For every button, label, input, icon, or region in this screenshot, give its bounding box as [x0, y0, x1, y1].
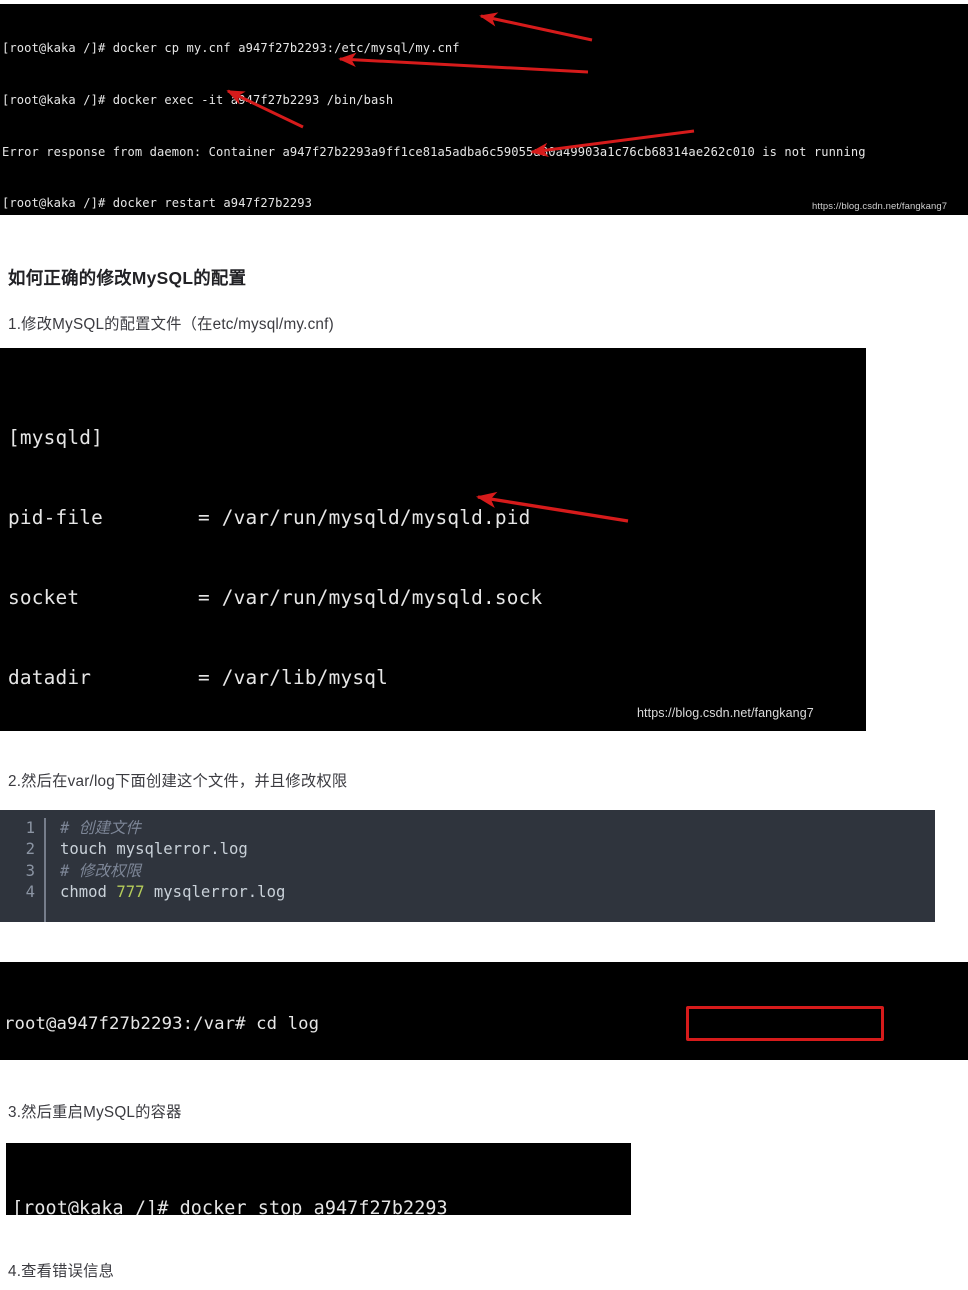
line-number-4: 4: [25, 883, 35, 902]
code-command-chmod: chmod 777 mysqlerror.log: [60, 883, 285, 901]
line-number-3: 3: [25, 861, 35, 880]
step-3-label: 3.然后重启MySQL的容器: [8, 1104, 182, 1121]
line-number-2: 2: [25, 840, 35, 859]
code-command-touch: touch mysqlerror.log: [60, 840, 248, 859]
chmod-target-file: mysqlerror.log: [144, 883, 286, 902]
create-file-code-block: 1 2 3 4 # 创建文件 touch mysqlerror.log # 修改…: [0, 810, 935, 922]
mycnf-line-socket: socket = /var/run/mysqld/mysqld.sock: [8, 585, 543, 609]
chmod-mode-number: 777: [116, 883, 145, 902]
code-comment-create-file: # 创建文件: [60, 819, 142, 837]
terminal-line-error-response: Error response from daemon: Container a9…: [2, 144, 866, 159]
code-comment-change-permission: # 修改权限: [60, 861, 142, 880]
step-1-label: 1.修改MySQL的配置文件（在etc/mysql/my.cnf): [8, 316, 334, 333]
terminal-line-docker-exec: [root@kaka /]# docker exec -it a947f27b2…: [2, 93, 394, 108]
chmod-keyword: chmod: [60, 883, 117, 902]
step-4-label: 4.查看错误信息: [8, 1263, 115, 1280]
docker-ps-terminal: [root@kaka /]# docker cp my.cnf a947f27b…: [0, 4, 968, 215]
mycnf-line-datadir: datadir = /var/lib/mysql: [8, 665, 388, 689]
step-2-label: 2.然后在var/log下面创建这个文件，并且修改权限: [8, 773, 348, 790]
mycnf-line-pid-file: pid-file = /var/run/mysqld/mysqld.pid: [8, 505, 531, 529]
restart-line-stop: [root@kaka /]# docker stop a947f27b2293: [12, 1198, 448, 1215]
csdn-watermark-middle: https://blog.csdn.net/fangkang7: [637, 706, 814, 720]
highlight-box-mysqlerror-err: [686, 1006, 884, 1041]
mycnf-line-mysqld: [mysqld]: [8, 426, 103, 450]
vim-my-cnf-terminal: [mysqld] pid-file = /var/run/mysqld/mysq…: [0, 348, 866, 731]
line-number-1: 1: [25, 819, 35, 837]
csdn-watermark-top: https://blog.csdn.net/fangkang7: [812, 201, 948, 212]
terminal-line-docker-cp: [root@kaka /]# docker cp my.cnf a947f27b…: [2, 41, 460, 56]
page-title-modify-mysql-config: 如何正确的修改MySQL的配置: [8, 268, 247, 288]
code-body: # 创建文件 touch mysqlerror.log # 修改权限 chmod…: [46, 818, 285, 922]
code-line-number-gutter: 1 2 3 4: [0, 818, 46, 922]
docker-restart-terminal: [root@kaka /]# docker stop a947f27b2293 …: [6, 1143, 631, 1215]
